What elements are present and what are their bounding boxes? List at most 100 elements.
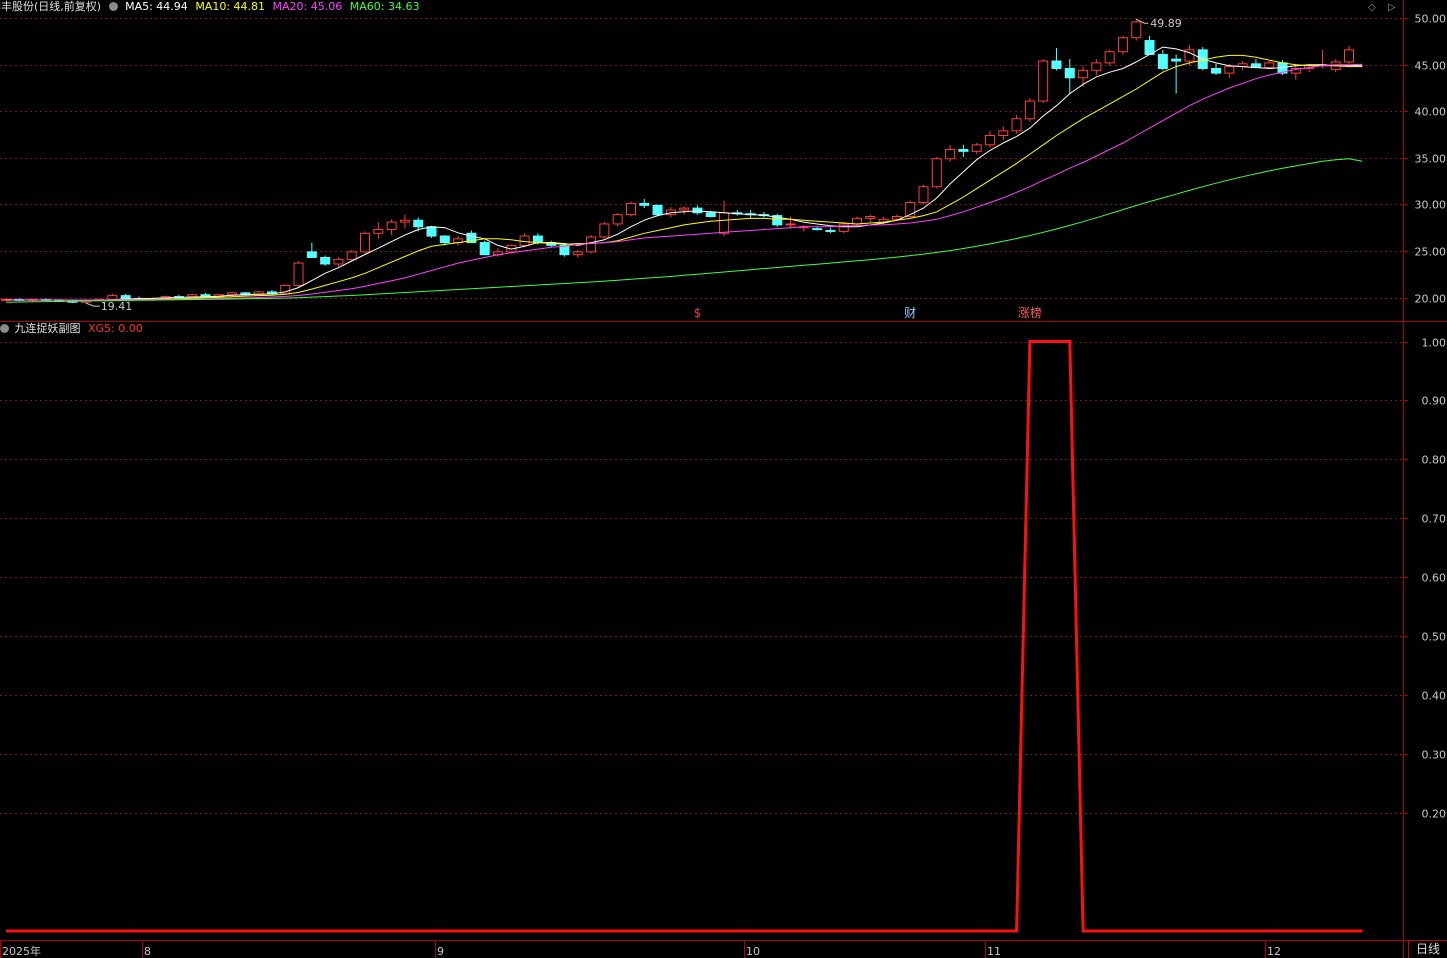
x-tick-label: 11	[987, 945, 1001, 958]
candle	[772, 213, 783, 227]
x-tick-label: 9	[437, 945, 444, 958]
candle	[1064, 59, 1075, 94]
stock-name[interactable]: 华丰股份(日线,前复权)	[0, 0, 101, 13]
indicator-value: XG5: 0.00	[88, 322, 143, 335]
candle	[586, 235, 597, 254]
candle-body	[293, 262, 304, 286]
y-tick-label: 1.00	[1422, 337, 1447, 350]
candle	[958, 144, 969, 157]
candle-body	[572, 251, 583, 256]
candle-body	[679, 207, 690, 211]
candle-body	[719, 212, 730, 234]
price-annotations: 49.89 19.41	[85, 17, 1182, 313]
candle-body	[838, 223, 849, 232]
candle-body	[705, 212, 716, 218]
prev-nav-icon[interactable]: ◇	[1368, 2, 1376, 13]
candle	[918, 184, 929, 205]
y-tick-label: 35.00	[1415, 153, 1447, 166]
candle-body	[360, 232, 371, 253]
candle	[692, 205, 703, 215]
candle-body	[120, 295, 131, 299]
candle-body	[439, 235, 450, 244]
ma10-line	[6, 54, 1363, 301]
candle	[1011, 115, 1022, 134]
y-tick-label: 0.90	[1422, 395, 1447, 408]
candle	[399, 214, 410, 229]
high-label: 49.89	[1150, 17, 1182, 30]
candle-body	[1091, 62, 1102, 71]
indicator-settings-icon[interactable]	[0, 324, 9, 333]
ma60-line	[5, 158, 1363, 303]
settings-circle-icon[interactable]	[108, 2, 118, 11]
candle-body	[107, 295, 118, 300]
candle	[1171, 54, 1182, 94]
candle-body	[373, 229, 384, 234]
candle	[1117, 35, 1128, 55]
candle-body	[1064, 67, 1075, 79]
period-button[interactable]: 日线	[1408, 940, 1447, 958]
candle	[971, 142, 982, 155]
next-nav-icon[interactable]: ▷	[1388, 2, 1396, 13]
candle-body	[931, 158, 942, 188]
ma5-line	[5, 46, 1363, 302]
candle	[732, 209, 743, 216]
y-tick-label: 45.00	[1415, 60, 1447, 73]
candle-body	[825, 229, 836, 232]
candle-body	[918, 186, 929, 204]
candle	[373, 222, 384, 239]
candle-body	[1344, 49, 1354, 63]
candle-body	[984, 135, 995, 146]
main-chart-header: 华丰股份(日线,前复权) MA5: 44.94 MA10: 44.81 MA20…	[0, 0, 423, 16]
y-tick-label: 0.80	[1422, 454, 1447, 467]
candle-body	[1117, 37, 1128, 53]
ma5-label: MA5: 44.94	[125, 0, 188, 13]
candle	[479, 240, 490, 256]
candle	[639, 198, 650, 209]
candle	[798, 224, 809, 232]
y-tick-label: 0.20	[1422, 808, 1447, 821]
event-marker: 涨榜	[1018, 305, 1042, 320]
candle	[1051, 47, 1062, 71]
indicator-name[interactable]: 九连捉妖副图	[15, 322, 81, 335]
sub-value-axis: 0.20 0.30 0.40 0.50 0.60 0.70 0.80 0.90 1.00	[1403, 337, 1446, 821]
candle-body	[945, 148, 956, 160]
candle	[1091, 59, 1102, 75]
candle-body	[320, 256, 331, 265]
candle-body	[852, 217, 863, 225]
candle-body	[1211, 67, 1222, 74]
candle	[785, 216, 796, 229]
candle-body	[1131, 21, 1142, 39]
event-marker: $	[694, 306, 702, 320]
candle-body	[586, 236, 597, 253]
candle	[306, 242, 317, 258]
candle	[1038, 59, 1049, 103]
candle-body	[1038, 60, 1049, 102]
candle-body	[386, 221, 397, 231]
candle	[679, 206, 690, 215]
candle	[812, 226, 823, 231]
ma20-line	[6, 63, 1363, 301]
candle	[1131, 19, 1142, 41]
candle-body	[625, 202, 636, 216]
candle-body	[426, 226, 437, 237]
candle	[998, 126, 1009, 141]
candle-body	[333, 258, 344, 265]
candle-body	[958, 148, 969, 152]
candle	[625, 201, 636, 217]
candle-body	[532, 235, 543, 244]
y-tick-label: 25.00	[1415, 246, 1447, 259]
candle	[1144, 35, 1155, 56]
candle	[333, 257, 344, 267]
event-marker: 财	[904, 306, 916, 320]
candle	[931, 156, 942, 189]
main-price-axis: 20.00 25.00 30.00 35.00 40.00 45.00 50.00	[1403, 13, 1446, 306]
moving-average-lines	[5, 46, 1363, 303]
candle-body	[1024, 100, 1035, 120]
candle-body	[1051, 60, 1062, 69]
date-axis: 2025年 8 9 10 11 12	[0, 941, 1281, 958]
xg5-indicator-line	[6, 340, 1363, 933]
candle	[984, 130, 995, 148]
candle-body	[865, 216, 876, 219]
ma60-label: MA60: 34.63	[349, 0, 420, 13]
y-tick-label: 0.60	[1422, 572, 1447, 585]
